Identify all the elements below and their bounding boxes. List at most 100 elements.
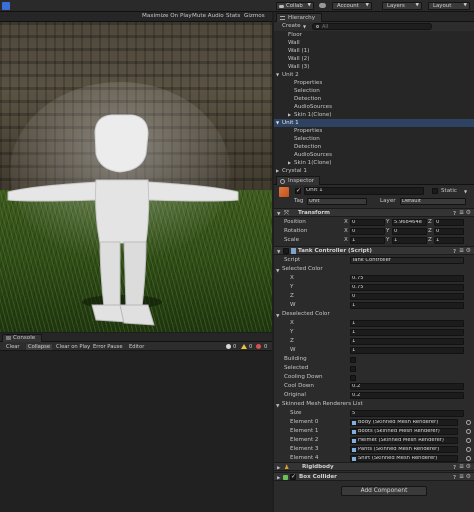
hierarchy-item[interactable]: ▶ Skin 1(Clone) <box>274 159 474 167</box>
rigidbody-header[interactable]: ▶ ♟ Rigidbody ? ≡ ⚙ <box>274 462 474 471</box>
original-field[interactable]: 0.2 <box>350 392 464 399</box>
scale-y-field[interactable]: 1 <box>392 237 427 244</box>
position-x-field[interactable]: 0 <box>350 219 385 226</box>
tag-dropdown[interactable]: Unit <box>307 198 367 205</box>
unity-logo-icon[interactable] <box>2 2 10 10</box>
skinned-mesh-object-field[interactable]: Pants (Skinned Mesh Renderer) <box>350 446 458 453</box>
gear-icon[interactable]: ⚙ <box>466 473 471 481</box>
static-checkbox[interactable] <box>432 188 438 194</box>
game-viewport[interactable] <box>0 22 272 332</box>
help-icon[interactable]: ? <box>453 210 456 218</box>
position-z-field[interactable]: 0 <box>434 219 464 226</box>
deselected-color-y-field[interactable]: 1 <box>350 329 464 336</box>
expand-arrow-icon[interactable]: ▼ <box>276 71 279 79</box>
object-picker-icon[interactable] <box>466 456 471 461</box>
preset-icon[interactable]: ≡ <box>459 209 464 217</box>
building-checkbox[interactable] <box>350 356 356 363</box>
hierarchy-item[interactable]: Properties <box>274 79 474 87</box>
help-icon[interactable]: ? <box>453 464 456 472</box>
maximize-on-play-toggle[interactable]: Maximize On Play <box>142 13 192 20</box>
mute-audio-toggle[interactable]: Mute Audio <box>192 13 224 20</box>
help-icon[interactable]: ? <box>453 474 456 482</box>
object-picker-icon[interactable] <box>466 438 471 443</box>
editor-dropdown[interactable]: Editor <box>129 344 144 350</box>
rotation-x-field[interactable]: 0 <box>350 228 385 235</box>
hierarchy-item[interactable]: AudioSources <box>274 103 474 111</box>
skinned-mesh-object-field[interactable]: Shirt (Skinned Mesh Renderer) <box>350 455 458 462</box>
gizmos-dropdown[interactable]: Gizmos <box>244 13 265 20</box>
collapse-arrow-icon[interactable]: ▶ <box>276 167 279 175</box>
active-checkbox[interactable]: ✓ <box>295 187 301 194</box>
error-pause-toggle[interactable]: Error Pause <box>93 344 123 350</box>
info-icon[interactable] <box>226 344 231 349</box>
collapse-arrow-icon[interactable]: ▶ <box>288 159 291 167</box>
error-icon[interactable] <box>256 344 261 349</box>
cooling-down-checkbox[interactable] <box>350 374 356 381</box>
scale-z-field[interactable]: 1 <box>434 237 464 244</box>
tank-controller-header[interactable]: ▼ Tank Controller (Script) ? ≡ ⚙ <box>274 246 474 255</box>
hierarchy-item[interactable]: Wall (2) <box>274 55 474 63</box>
selected-color-x-field[interactable]: 0.75 <box>350 275 464 282</box>
stats-toggle[interactable]: Stats <box>226 13 240 20</box>
preset-icon[interactable]: ≡ <box>459 247 464 255</box>
component-enabled-checkbox[interactable] <box>283 248 289 254</box>
console-log-area[interactable] <box>0 351 272 512</box>
preset-icon[interactable]: ≡ <box>459 473 464 481</box>
transform-header[interactable]: ▼ ⤧ Transform ? ≡ ⚙ <box>274 208 474 217</box>
list-size-field[interactable]: 5 <box>350 410 464 417</box>
cloud-services-icon[interactable] <box>319 3 326 8</box>
hierarchy-item[interactable]: Floor <box>274 31 474 39</box>
expand-arrow-icon[interactable]: ▼ <box>276 119 279 127</box>
layer-dropdown[interactable]: Default <box>400 198 466 205</box>
object-name-field[interactable]: Unit 1 <box>304 187 424 195</box>
object-picker-icon[interactable] <box>466 420 471 425</box>
collab-dropdown[interactable]: Collab ▼ <box>276 2 314 10</box>
collapse-toggle[interactable]: Collapse <box>26 343 53 350</box>
scale-x-field[interactable]: 1 <box>350 237 385 244</box>
preset-icon[interactable]: ≡ <box>459 463 464 471</box>
clear-button[interactable]: Clear <box>6 344 20 350</box>
tab-console[interactable]: Console <box>2 334 42 342</box>
gear-icon[interactable]: ⚙ <box>466 247 471 255</box>
account-dropdown[interactable]: Account ▼ <box>332 2 372 10</box>
gear-icon[interactable]: ⚙ <box>466 209 471 217</box>
collapse-arrow-icon[interactable]: ▶ <box>288 111 291 119</box>
rotation-y-field[interactable]: 0 <box>392 228 427 235</box>
selected-color-y-field[interactable]: 0.75 <box>350 284 464 291</box>
cool-down-field[interactable]: 0.2 <box>350 383 464 390</box>
chevron-down-icon[interactable]: ▼ <box>464 189 467 194</box>
hierarchy-item[interactable]: Properties <box>274 127 474 135</box>
help-icon[interactable]: ? <box>453 248 456 256</box>
hierarchy-search-input[interactable]: All <box>312 23 432 30</box>
layout-dropdown[interactable]: Layout ▼ <box>428 2 470 10</box>
hierarchy-item[interactable]: Selection <box>274 135 474 143</box>
hierarchy-item[interactable]: Selection <box>274 87 474 95</box>
hierarchy-item[interactable]: Wall <box>274 39 474 47</box>
hierarchy-tree[interactable]: Floor Wall Wall (1) Wall (2) Wall (3) ▼ Unit 2… <box>274 31 474 175</box>
position-y-field[interactable]: 5.968464e <box>392 219 427 226</box>
selected-color-z-field[interactable]: 0 <box>350 293 464 300</box>
skinned-mesh-object-field[interactable]: Helmet (Skinned Mesh Renderer) <box>350 437 458 444</box>
hierarchy-item[interactable]: Detection <box>274 95 474 103</box>
layers-dropdown[interactable]: Layers ▼ <box>382 2 422 10</box>
hierarchy-item[interactable]: ▼ Unit 1 <box>274 119 474 127</box>
hierarchy-item[interactable]: ▶ Crystal 1 <box>274 167 474 175</box>
tab-hierarchy[interactable]: Hierarchy <box>276 13 322 22</box>
deselected-color-z-field[interactable]: 1 <box>350 338 464 345</box>
selected-checkbox[interactable] <box>350 365 356 372</box>
gear-icon[interactable]: ⚙ <box>466 463 471 471</box>
warning-icon[interactable] <box>241 344 247 349</box>
box-collider-header[interactable]: ▶ ✓ Box Collider ? ≡ ⚙ <box>274 472 474 481</box>
hierarchy-item[interactable]: ▶ Skin 1(Clone) <box>274 111 474 119</box>
skinned-mesh-object-field[interactable]: Boots (Skinned Mesh Renderer) <box>350 428 458 435</box>
tab-inspector[interactable]: Inspector <box>276 176 320 185</box>
skinned-mesh-object-field[interactable]: Body (Skinned Mesh Renderer) <box>350 419 458 426</box>
component-enabled-checkbox[interactable]: ✓ <box>290 473 296 480</box>
hierarchy-item[interactable]: Detection <box>274 143 474 151</box>
hierarchy-item[interactable]: ▼ Unit 2 <box>274 71 474 79</box>
deselected-color-w-field[interactable]: 1 <box>350 347 464 354</box>
clear-on-play-toggle[interactable]: Clear on Play <box>56 344 90 350</box>
script-object-field[interactable]: Tank Controller <box>350 257 464 264</box>
object-picker-icon[interactable] <box>466 447 471 452</box>
hierarchy-item[interactable]: AudioSources <box>274 151 474 159</box>
